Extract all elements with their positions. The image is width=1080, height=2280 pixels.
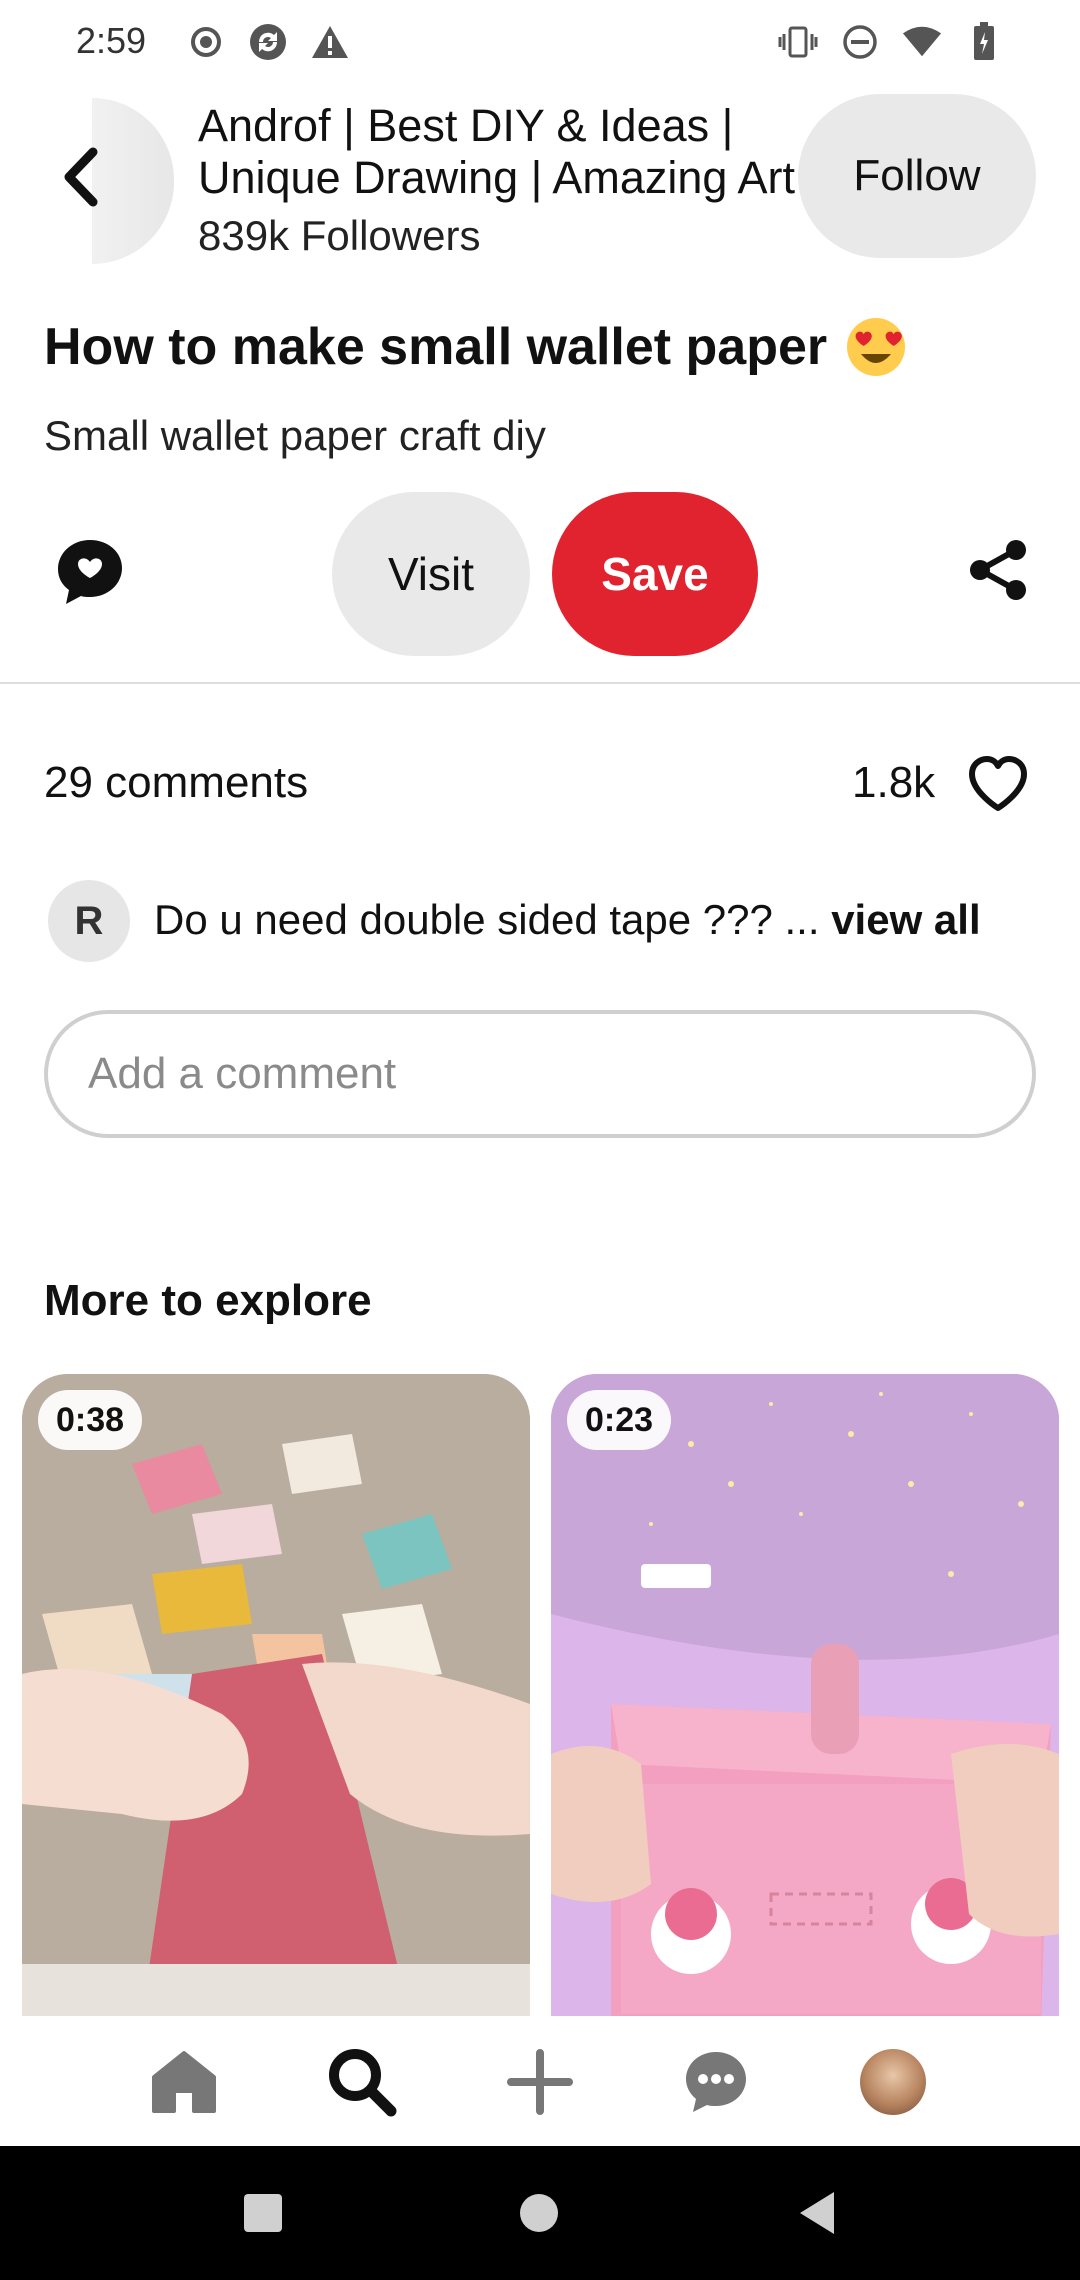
square-icon <box>244 2194 282 2232</box>
sync-icon <box>248 20 288 64</box>
add-comment-input[interactable]: Add a comment <box>44 1010 1036 1138</box>
status-time: 2:59 <box>76 20 147 61</box>
back-nav-button[interactable] <box>786 2182 848 2244</box>
system-navigation-bar <box>0 2146 1080 2280</box>
nav-create[interactable] <box>504 2046 576 2118</box>
comment-preview[interactable]: Do u need double sided tape ??? ... view… <box>154 896 981 944</box>
back-arrow-icon <box>64 147 98 207</box>
user-avatar <box>860 2049 926 2115</box>
pin-description: Small wallet paper craft diy <box>44 412 546 459</box>
action-row: Visit Save <box>0 490 1080 658</box>
comments-count[interactable]: 29 comments <box>44 758 308 808</box>
heart-eyes-emoji-icon <box>847 318 906 376</box>
pin-title-row: How to make small wallet paper <box>44 316 907 378</box>
circle-icon <box>520 2194 558 2232</box>
follow-button[interactable]: Follow <box>798 94 1036 258</box>
status-icons-right <box>778 20 1004 64</box>
comment-text: Do u need double sided tape ??? ... <box>154 896 820 943</box>
video-duration-badge: 0:23 <box>567 1390 672 1450</box>
nav-search[interactable] <box>326 2046 398 2118</box>
do-not-disturb-icon <box>840 20 880 64</box>
react-icon[interactable] <box>54 536 126 608</box>
likes-count: 1.8k <box>852 758 936 807</box>
pin-header: Androf | Best DIY & Ideas | Unique Drawi… <box>0 90 1080 270</box>
wallet-craft-video-thumbnail <box>551 1374 1059 2016</box>
heart-icon[interactable] <box>966 754 1030 814</box>
plus-icon <box>507 2049 573 2115</box>
recents-button[interactable] <box>232 2182 294 2244</box>
follower-count: 839k Followers <box>198 212 481 259</box>
warning-icon <box>310 20 350 64</box>
status-icons-left <box>186 20 350 64</box>
commenter-avatar[interactable]: R <box>48 880 130 962</box>
nav-profile[interactable] <box>857 2046 929 2118</box>
profile-name[interactable]: Androf | Best DIY & Ideas | Unique Drawi… <box>198 100 798 204</box>
nav-home[interactable] <box>148 2046 220 2118</box>
chat-bubble-icon <box>686 2052 746 2112</box>
wifi-icon <box>902 20 942 64</box>
pin-title: How to make small wallet paper <box>44 318 828 376</box>
battery-icon <box>964 20 1004 64</box>
share-icon[interactable] <box>966 538 1030 602</box>
section-divider <box>0 682 1080 684</box>
more-to-explore-heading: More to explore <box>44 1276 372 1325</box>
home-button[interactable] <box>508 2182 570 2244</box>
triangle-back-icon <box>800 2192 834 2234</box>
video-duration-badge: 0:38 <box>38 1390 143 1450</box>
explore-card[interactable]: 0:23 <box>551 1374 1059 2016</box>
search-icon <box>329 2049 397 2117</box>
nav-messages[interactable] <box>680 2046 752 2118</box>
explore-card[interactable]: 0:38 <box>22 1374 530 2016</box>
candy-wrappers-video-thumbnail <box>22 1374 530 2016</box>
bottom-navigation <box>0 2016 1080 2146</box>
home-icon <box>152 2051 216 2113</box>
record-icon <box>186 20 226 64</box>
vibrate-icon <box>778 20 818 64</box>
visit-button[interactable]: Visit <box>332 492 530 656</box>
save-button[interactable]: Save <box>552 492 758 656</box>
status-bar: 2:59 <box>0 0 1080 86</box>
view-all-link[interactable]: view all <box>831 896 980 943</box>
back-button[interactable] <box>40 132 120 222</box>
